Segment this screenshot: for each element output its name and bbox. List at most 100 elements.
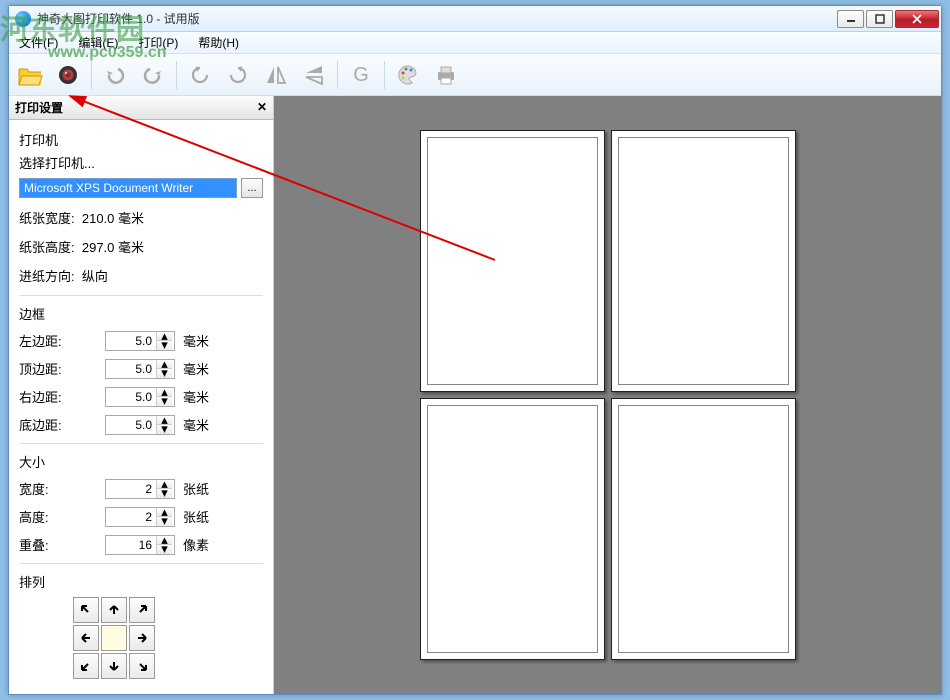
paper-width-label: 纸张宽度: (19, 211, 75, 226)
camera-button[interactable] (51, 58, 85, 92)
margin-left-spinbox[interactable]: ▴▾ (105, 331, 175, 351)
redo-button[interactable] (136, 58, 170, 92)
undo-button[interactable] (98, 58, 132, 92)
canvas-area[interactable] (274, 96, 941, 694)
overlap-unit: 像素 (183, 535, 209, 554)
window-title: 神奇大图打印软件 1.0 - 试用版 (37, 10, 837, 27)
spin-down-icon[interactable]: ▾ (157, 425, 172, 434)
close-button[interactable] (895, 10, 939, 28)
size-height-input[interactable] (106, 510, 156, 524)
arrange-w-button[interactable] (73, 625, 99, 651)
color-palette-button[interactable] (391, 58, 425, 92)
toolbar-separator (176, 61, 177, 89)
flip-vertical-button[interactable] (297, 58, 331, 92)
toolbar-separator (384, 61, 385, 89)
redo-icon (141, 63, 165, 87)
arrange-grid (73, 597, 263, 679)
app-window: 神奇大图打印软件 1.0 - 试用版 文件(F) 编辑(E) 打印(P) 帮助(… (8, 5, 942, 695)
paper-orient-label: 进纸方向: (19, 269, 75, 284)
camera-icon (56, 63, 80, 87)
margin-right-label: 右边距: (19, 387, 75, 406)
undo-icon (103, 63, 127, 87)
size-width-input[interactable] (106, 482, 156, 496)
overlap-input[interactable] (106, 538, 156, 552)
overlap-spinbox[interactable]: ▴▾ (105, 535, 175, 555)
margin-top-input[interactable] (106, 362, 156, 376)
margin-left-label: 左边距: (19, 331, 75, 350)
preview-page (611, 130, 796, 392)
margin-top-spinbox[interactable]: ▴▾ (105, 359, 175, 379)
palette-icon (396, 63, 420, 87)
flip-horizontal-button[interactable] (259, 58, 293, 92)
margin-unit: 毫米 (183, 359, 209, 378)
printer-name-field[interactable]: Microsoft XPS Document Writer (19, 178, 237, 198)
arrange-n-button[interactable] (101, 597, 127, 623)
maximize-button[interactable] (866, 10, 893, 28)
margin-unit: 毫米 (183, 415, 209, 434)
arrange-e-button[interactable] (129, 625, 155, 651)
spin-down-icon[interactable]: ▾ (157, 341, 172, 350)
arrange-section-title: 排列 (19, 572, 263, 591)
spin-down-icon[interactable]: ▾ (157, 489, 172, 498)
arrow-nw-icon (79, 603, 93, 617)
svg-text:G: G (353, 64, 369, 86)
margin-unit: 毫米 (183, 331, 209, 350)
app-icon (15, 11, 31, 27)
arrange-se-button[interactable] (129, 653, 155, 679)
margin-bottom-spinbox[interactable]: ▴▾ (105, 415, 175, 435)
printer-section-title: 打印机 (19, 130, 263, 149)
size-width-label: 宽度: (19, 479, 75, 498)
minimize-button[interactable] (837, 10, 864, 28)
select-printer-label: 选择打印机... (19, 153, 263, 172)
margin-right-spinbox[interactable]: ▴▾ (105, 387, 175, 407)
size-width-spinbox[interactable]: ▴▾ (105, 479, 175, 499)
print-settings-panel: 打印设置 ✕ 打印机 选择打印机... Microsoft XPS Docume… (9, 96, 274, 694)
toolbar: G (9, 54, 941, 96)
rotate-right-button[interactable] (221, 58, 255, 92)
arrow-down-icon (107, 659, 121, 673)
sidebar-title: 打印设置 (15, 99, 63, 116)
arrange-s-button[interactable] (101, 653, 127, 679)
arrange-ne-button[interactable] (129, 597, 155, 623)
rotate-left-button[interactable] (183, 58, 217, 92)
grayscale-icon: G (349, 63, 373, 87)
menu-help[interactable]: 帮助(H) (194, 32, 243, 53)
size-height-label: 高度: (19, 507, 75, 526)
margin-top-label: 顶边距: (19, 359, 75, 378)
menu-edit[interactable]: 编辑(E) (74, 32, 122, 53)
overlap-label: 重叠: (19, 535, 75, 554)
margin-left-input[interactable] (106, 334, 156, 348)
sidebar-close-button[interactable]: ✕ (257, 100, 267, 114)
menubar: 文件(F) 编辑(E) 打印(P) 帮助(H) (9, 32, 941, 54)
arrow-sw-icon (79, 659, 93, 673)
spin-down-icon[interactable]: ▾ (157, 517, 172, 526)
arrow-right-icon (135, 631, 149, 645)
spin-down-icon[interactable]: ▾ (157, 397, 172, 406)
arrow-se-icon (135, 659, 149, 673)
margins-section-title: 边框 (19, 304, 263, 323)
preview-page (611, 398, 796, 660)
size-unit: 张纸 (183, 507, 209, 526)
margin-bottom-label: 底边距: (19, 415, 75, 434)
spin-down-icon[interactable]: ▾ (157, 369, 172, 378)
arrange-nw-button[interactable] (73, 597, 99, 623)
grayscale-button[interactable]: G (344, 58, 378, 92)
margin-unit: 毫米 (183, 387, 209, 406)
margin-bottom-input[interactable] (106, 418, 156, 432)
flip-vertical-icon (302, 63, 326, 87)
menu-print[interactable]: 打印(P) (134, 32, 182, 53)
open-file-button[interactable] (13, 58, 47, 92)
spin-down-icon[interactable]: ▾ (157, 545, 172, 554)
margin-right-input[interactable] (106, 390, 156, 404)
menu-file[interactable]: 文件(F) (15, 32, 62, 53)
printer-browse-button[interactable]: ... (241, 178, 263, 198)
paper-orient-value: 纵向 (82, 269, 108, 284)
arrange-sw-button[interactable] (73, 653, 99, 679)
arrow-ne-icon (135, 603, 149, 617)
size-height-spinbox[interactable]: ▴▾ (105, 507, 175, 527)
preview-page (420, 130, 605, 392)
arrange-center-button[interactable] (101, 625, 127, 651)
print-button[interactable] (429, 58, 463, 92)
paper-width-value: 210.0 毫米 (82, 211, 144, 226)
paper-height-value: 297.0 毫米 (82, 240, 144, 255)
